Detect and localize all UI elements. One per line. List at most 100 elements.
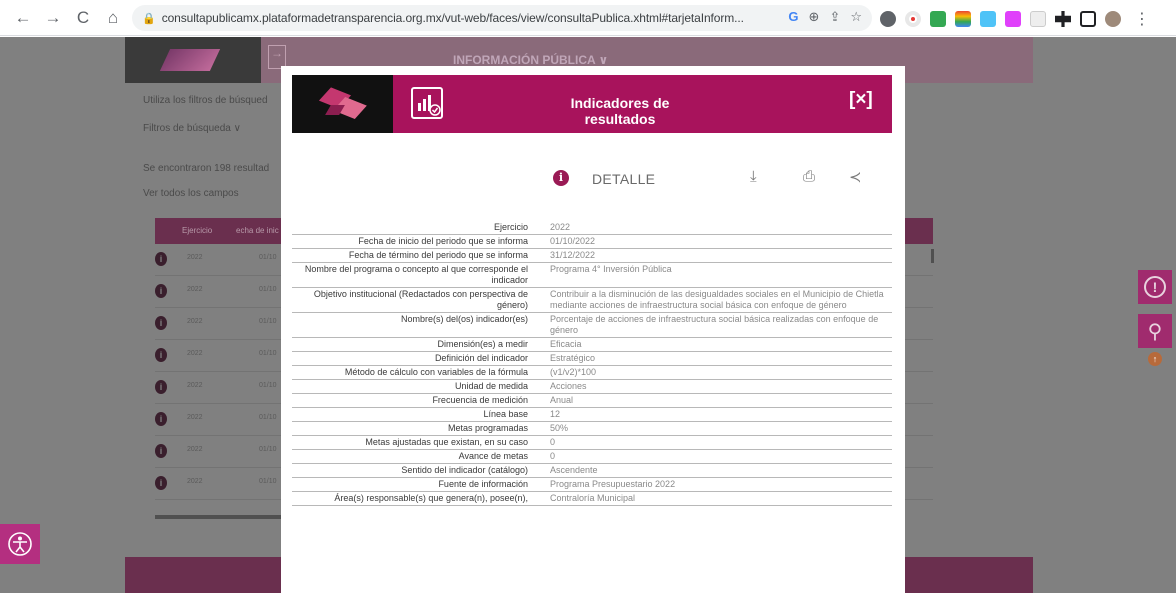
detail-field-label: Dimensión(es) a medir bbox=[437, 339, 528, 349]
sidepanel-icon[interactable] bbox=[1080, 11, 1096, 27]
page-header-title[interactable]: INFORMACIÓN PÚBLICA ∨ bbox=[453, 53, 608, 67]
detail-field-value: (v1/v2)*100 bbox=[550, 367, 597, 377]
detail-field-label: Metas programadas bbox=[447, 423, 528, 433]
detail-field-label: Objetivo institucional (Redactados con p… bbox=[313, 289, 528, 310]
row-date: 01/10 bbox=[259, 446, 277, 453]
close-button[interactable]: [×] bbox=[849, 89, 873, 111]
row-info-icon[interactable]: i bbox=[155, 316, 167, 330]
detail-field-value: Contraloría Municipal bbox=[550, 493, 636, 503]
row-year: 2022 bbox=[187, 446, 203, 453]
row-year: 2022 bbox=[187, 382, 203, 389]
detail-field-value: 31/12/2022 bbox=[550, 250, 596, 260]
accessibility-icon bbox=[8, 532, 32, 556]
browser-toolbar: ← → C ⌂ 🔒 consultapublicamx.plataformade… bbox=[0, 0, 1176, 36]
detail-field-value: Contribuir a la disminución de las desig… bbox=[550, 289, 884, 310]
avatar[interactable] bbox=[1105, 11, 1121, 27]
detail-field-value: 2022 bbox=[550, 222, 571, 232]
share-icon[interactable]: ≺ bbox=[849, 168, 862, 186]
detail-row: Dimensión(es) a medir Eficacia bbox=[292, 338, 892, 352]
filters-toggle[interactable]: Filtros de búsqueda ∨ bbox=[143, 123, 241, 134]
back-icon[interactable]: ← bbox=[10, 5, 36, 31]
url-text[interactable]: consultapublicamx.plataformadetransparen… bbox=[162, 11, 774, 25]
detail-field-value: Eficacia bbox=[550, 339, 582, 349]
detail-table: Ejercicio 2022 Fecha de inicio del periodo… bbox=[292, 221, 892, 506]
horizontal-scrollbar[interactable] bbox=[155, 515, 285, 519]
detail-field-label: Definición del indicador bbox=[434, 353, 528, 363]
extension-icon[interactable] bbox=[880, 11, 896, 27]
record-extension-icon[interactable] bbox=[905, 11, 921, 27]
row-year: 2022 bbox=[187, 286, 203, 293]
detail-field-label: Fecha de inicio del periodo que se infor… bbox=[358, 236, 528, 246]
scroll-top-button[interactable]: ↑ bbox=[1148, 352, 1162, 366]
detail-field-value: 12 bbox=[550, 409, 561, 419]
detail-field-value: Porcentaje de acciones de infraestructur… bbox=[550, 314, 879, 335]
row-info-icon[interactable]: i bbox=[155, 284, 167, 298]
row-info-icon[interactable]: i bbox=[155, 252, 167, 266]
detail-field-label: Sentido del indicador (catálogo) bbox=[401, 465, 528, 475]
detail-field-label: Avance de metas bbox=[458, 451, 528, 461]
detail-row: Fecha de término del periodo que se info… bbox=[292, 249, 892, 263]
detail-row: Fuente de información Programa Presupuest… bbox=[292, 478, 892, 492]
column-header-ejercicio[interactable]: Ejercicio bbox=[182, 226, 212, 235]
see-all-link[interactable]: Ver todos los campos bbox=[143, 188, 239, 199]
puzzle-icon[interactable] bbox=[1055, 11, 1071, 27]
row-year: 2022 bbox=[187, 414, 203, 421]
puzzle-extension-icon[interactable] bbox=[1005, 11, 1021, 27]
chrome-menu-icon[interactable]: ⋮ bbox=[1134, 9, 1150, 29]
detail-field-label: Nombre(s) del(os) indicador(es) bbox=[400, 314, 528, 324]
cloud-extension-icon[interactable] bbox=[980, 11, 996, 27]
color-extension-icon[interactable] bbox=[955, 11, 971, 27]
zoom-icon[interactable]: ⊕ bbox=[809, 9, 820, 25]
sheets-extension-icon[interactable] bbox=[930, 11, 946, 27]
detail-field-label: Frecuencia de medición bbox=[432, 395, 528, 405]
lock-icon: 🔒 bbox=[142, 12, 156, 25]
row-info-icon[interactable]: i bbox=[155, 444, 167, 458]
modal-logo bbox=[292, 75, 393, 133]
row-date: 01/10 bbox=[259, 478, 277, 485]
detail-toolbar: i DETALLE ⤓ ⎙ ≺ bbox=[281, 162, 905, 198]
detail-field-value: Programa Presupuestario 2022 bbox=[550, 479, 676, 489]
row-info-icon[interactable]: i bbox=[155, 476, 167, 490]
reload-icon[interactable]: C bbox=[70, 5, 96, 31]
detail-field-value: 0 bbox=[550, 451, 556, 461]
detail-row: Frecuencia de medición Anual bbox=[292, 394, 892, 408]
detail-row: Fecha de inicio del periodo que se infor… bbox=[292, 235, 892, 249]
detail-field-label: Método de cálculo con variables de la fó… bbox=[344, 367, 528, 377]
detail-field-value: Acciones bbox=[550, 381, 587, 391]
detail-row: Ejercicio 2022 bbox=[292, 221, 892, 235]
detail-row: Área(s) responsable(s) que genera(n), po… bbox=[292, 492, 892, 506]
home-icon[interactable]: ⌂ bbox=[100, 5, 126, 31]
google-icon[interactable]: G bbox=[788, 9, 798, 25]
detail-row: Nombre del programa o concepto al que co… bbox=[292, 263, 892, 288]
row-info-icon[interactable]: i bbox=[155, 348, 167, 362]
alert-button[interactable]: ! bbox=[1138, 270, 1172, 304]
search-button[interactable]: ⚲ bbox=[1138, 314, 1172, 348]
forward-icon[interactable]: → bbox=[40, 5, 66, 31]
detail-row: Definición del indicador Estratégico bbox=[292, 352, 892, 366]
page-logo bbox=[125, 37, 261, 83]
detail-field-value: Estratégico bbox=[550, 353, 596, 363]
bookmark-star-icon[interactable]: ☆ bbox=[850, 9, 862, 25]
detail-field-value: 01/10/2022 bbox=[550, 236, 596, 246]
alert-icon: ! bbox=[1144, 276, 1166, 298]
detail-field-label: Área(s) responsable(s) que genera(n), po… bbox=[334, 493, 528, 503]
address-bar[interactable]: 🔒 consultapublicamx.plataformadetranspar… bbox=[132, 5, 872, 31]
reader-extension-icon[interactable] bbox=[1030, 11, 1046, 27]
results-count: Se encontraron 198 resultad bbox=[143, 163, 270, 174]
accessibility-button[interactable] bbox=[0, 524, 40, 564]
row-year: 2022 bbox=[187, 350, 203, 357]
row-date: 01/10 bbox=[259, 414, 277, 421]
download-icon[interactable]: ⤓ bbox=[750, 168, 757, 185]
share-icon[interactable]: ⇪ bbox=[829, 9, 840, 25]
row-info-icon[interactable]: i bbox=[155, 412, 167, 426]
detail-field-label: Línea base bbox=[483, 409, 528, 419]
detail-field-value: Anual bbox=[550, 395, 574, 405]
row-date: 01/10 bbox=[259, 286, 277, 293]
row-info-icon[interactable]: i bbox=[155, 380, 167, 394]
detail-row: Unidad de medida Acciones bbox=[292, 380, 892, 394]
detail-field-label: Nombre del programa o concepto al que co… bbox=[304, 264, 528, 285]
detail-row: Línea base 12 bbox=[292, 408, 892, 422]
column-header-fecha[interactable]: echa de inic bbox=[236, 226, 279, 235]
scrollbar[interactable] bbox=[931, 249, 934, 263]
print-icon[interactable]: ⎙ bbox=[803, 168, 815, 185]
